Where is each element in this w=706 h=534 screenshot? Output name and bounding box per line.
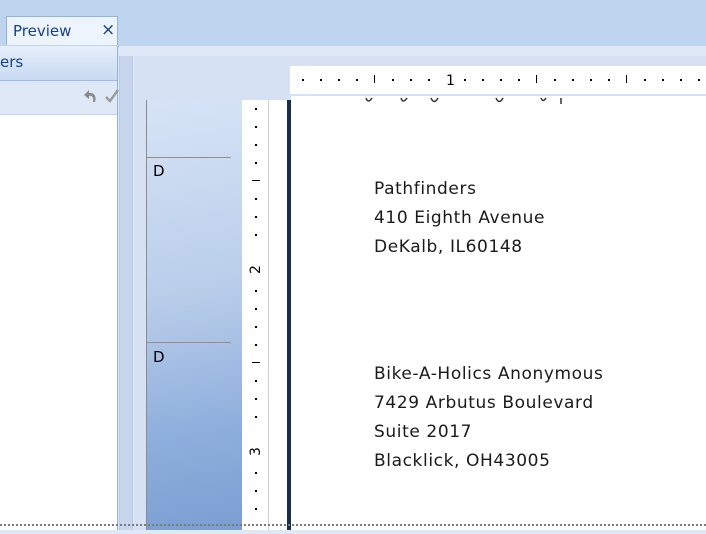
address-line: Blacklick, OH43005 (374, 451, 551, 471)
address-line: 410 Eighth Avenue (374, 208, 546, 228)
vertical-ruler: 2 3 (242, 100, 268, 530)
ruler-label-3: 3 (248, 447, 264, 456)
ruler-label-1: 1 (446, 73, 455, 89)
panel-toolbar (0, 81, 120, 115)
address-line: DeKalb, IL60148 (374, 237, 523, 257)
horizontal-ruler-ticks: 1 (302, 73, 700, 89)
address-line: 7429 Arbutus Boulevard (374, 393, 594, 413)
address-line: Suite 2017 (374, 422, 473, 442)
close-icon[interactable]: × (101, 20, 115, 40)
panel-header-title: ers (0, 53, 24, 71)
band-selector-column: D D (146, 100, 242, 530)
band-label: D (153, 162, 165, 180)
bottom-border (0, 524, 706, 528)
tab-label: Preview (13, 22, 72, 40)
check-icon[interactable] (104, 86, 120, 106)
undo-icon[interactable] (82, 86, 100, 106)
ruler-label-2: 2 (248, 265, 264, 274)
ruler-gutter (268, 100, 288, 530)
panel-header: ers (0, 46, 117, 81)
address-line: Pathfinders (374, 179, 477, 199)
clipped-text-fragment (365, 97, 562, 104)
vertical-ruler-ticks: 2 3 (248, 108, 264, 510)
band-label: D (153, 348, 165, 366)
address-line: Bike-A-Holics Anonymous (374, 364, 604, 384)
band-separator (147, 157, 231, 158)
horizontal-ruler: 1 (290, 66, 706, 94)
splitter[interactable] (119, 56, 133, 530)
band-separator (147, 342, 231, 343)
field-list-panel: ers (0, 46, 120, 530)
tab-preview[interactable]: Preview × (6, 16, 118, 45)
